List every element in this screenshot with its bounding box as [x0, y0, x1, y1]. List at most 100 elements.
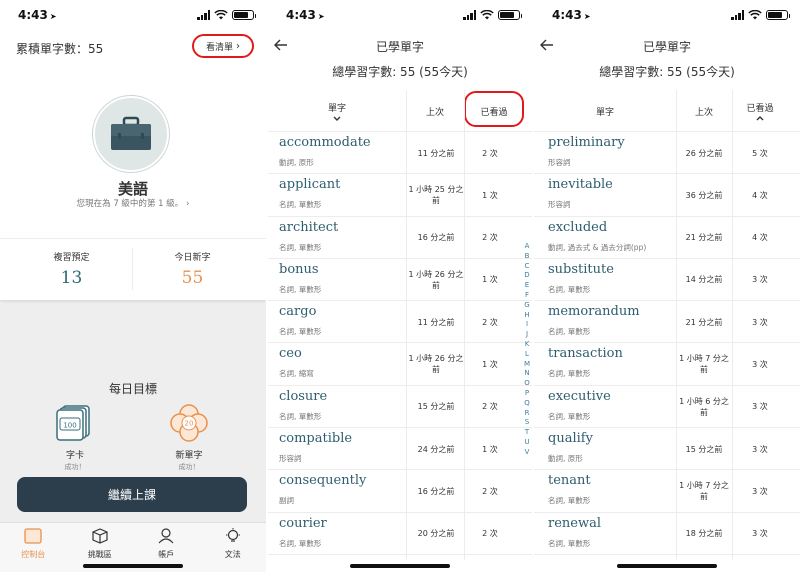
alphabet-index-letter[interactable]: F [522, 291, 532, 301]
table-row[interactable]: qualify 動詞, 原形 15 分之前 3 次 [534, 428, 800, 471]
table-row[interactable]: cargo 名詞, 單數形 11 分之前 2 次 [268, 301, 532, 344]
alphabet-index-letter[interactable]: H [522, 311, 532, 321]
column-header-word[interactable]: 單字 [534, 90, 676, 132]
lightbulb-icon [225, 528, 240, 542]
row-seen-count: 2 次 [482, 402, 498, 412]
table-row[interactable]: transaction 名詞, 單數形 1 小時 7 分之前 3 次 [534, 343, 800, 386]
alphabet-index-letter[interactable]: E [522, 281, 532, 291]
table-row[interactable]: accommodate 動詞, 原形 11 分之前 2 次 [268, 132, 532, 175]
chevron-right-icon: › [236, 40, 240, 52]
table-row[interactable]: preliminary 形容詞 26 分之前 5 次 [534, 132, 800, 175]
table-row[interactable]: executive 名詞, 單數形 1 小時 6 分之前 3 次 [534, 386, 800, 429]
column-last-label: 上次 [694, 107, 713, 118]
row-seen-count: 3 次 [752, 359, 768, 369]
alphabet-index-letter[interactable]: B [522, 252, 532, 262]
row-word: courier [279, 515, 327, 531]
location-icon: ➤ [317, 12, 325, 21]
new-words-icon: 20 [170, 404, 208, 442]
table-row[interactable]: compatible 形容詞 24 分之前 1 次 [268, 428, 532, 471]
column-word-label: 單字 [327, 104, 346, 114]
alphabet-index-letter[interactable]: U [522, 438, 532, 448]
row-last-seen: 11 分之前 [417, 317, 455, 327]
table-row[interactable]: ceo 名詞, 縮寫 1 小時 26 分之前 1 次 [268, 343, 532, 386]
alphabet-index-letter[interactable]: L [522, 350, 532, 360]
alphabet-index-letter[interactable]: T [522, 428, 532, 438]
learned-words-screen-sorted-by-seen: 4:43 ➤ 已學單字 總學習字數: 55 (55今天) 單字 上次 已看過 pr… [534, 0, 800, 572]
signal-icon [197, 10, 210, 20]
row-part-of-speech: 名詞, 單數形 [279, 411, 322, 421]
goal-flashcards[interactable]: 100 字卡 成功！ [45, 404, 105, 472]
row-seen-count: 2 次 [482, 233, 498, 243]
column-header-word[interactable]: 單字 [268, 90, 406, 132]
row-last-seen: 1 小時 6 分之前 [679, 396, 729, 417]
alphabet-index-letter[interactable]: I [522, 320, 532, 330]
language-name: 美語 [117, 180, 148, 198]
column-header-seen[interactable]: 已看過 [732, 90, 788, 132]
table-row[interactable]: tenant 名詞, 單數形 1 小時 7 分之前 3 次 [534, 470, 800, 513]
home-indicator [83, 564, 183, 568]
home-indicator [350, 564, 450, 568]
alphabet-index-letter[interactable]: D [522, 271, 532, 281]
review-stat: 複習預定 13 [5, 250, 138, 288]
table-row[interactable]: consequently 副詞 16 分之前 2 次 [268, 470, 532, 513]
alphabet-index-letter[interactable]: S [522, 418, 532, 428]
page-title: 已學單字 [642, 40, 691, 54]
column-header-last[interactable]: 上次 [406, 90, 464, 132]
row-word: closure [279, 388, 328, 404]
table-row[interactable]: excluded 動詞, 過去式 & 過去分詞(pp) 21 分之前 4 次 [534, 217, 800, 259]
row-word: transaction [548, 346, 623, 362]
row-seen-count: 1 次 [482, 444, 498, 454]
alphabet-index-letter[interactable]: O [522, 379, 532, 389]
row-last-seen: 1 小時 25 分之前 [408, 185, 464, 206]
alphabet-index-letter[interactable]: V [522, 448, 532, 458]
alphabet-index-letter[interactable]: Q [522, 399, 532, 409]
language-avatar[interactable] [93, 96, 169, 172]
continue-lesson-button[interactable]: 繼續上課 [17, 477, 247, 512]
dashboard-screen: 4:43 ➤ 累積單字數：55 看清單 › 美語 您現在為 7 級中的第 1 級。… [0, 0, 266, 572]
row-last-seen: 14 分之前 [685, 275, 723, 285]
view-list-button[interactable]: 看清單 › [192, 34, 254, 58]
table-row[interactable]: courier 名詞, 單數形 20 分之前 2 次 [268, 513, 532, 555]
table-row[interactable]: inevitable 形容詞 36 分之前 4 次 [534, 174, 800, 217]
row-word: bonus [279, 261, 319, 277]
table-row[interactable]: closure 名詞, 單數形 15 分之前 2 次 [268, 386, 532, 429]
table-row[interactable]: substitute 名詞, 單數形 14 分之前 3 次 [534, 259, 800, 302]
alphabet-index-letter[interactable]: J [522, 330, 532, 340]
battery-icon [766, 10, 790, 20]
goal-new-words[interactable]: 20 新單字 成功！ [159, 404, 219, 472]
tab-grammar[interactable]: 文法 [200, 523, 267, 572]
alphabet-index-letter[interactable]: C [522, 262, 532, 272]
alphabet-index[interactable]: ABCDEFGHIJKLMNOPQRSTUV [522, 242, 532, 458]
alphabet-index-letter[interactable]: G [522, 301, 532, 311]
signal-icon [731, 10, 744, 20]
goal-flashcards-name: 字卡 [65, 451, 84, 461]
row-seen-count: 2 次 [482, 317, 498, 327]
alphabet-index-letter[interactable]: A [522, 242, 532, 252]
user-icon [158, 528, 174, 544]
table-row[interactable]: renewal 名詞, 單數形 18 分之前 3 次 [534, 513, 800, 555]
row-word: compatible [279, 431, 353, 447]
alphabet-index-letter[interactable]: P [522, 389, 532, 399]
table-row[interactable]: architect 名詞, 單數形 16 分之前 2 次 [268, 217, 532, 259]
table-row[interactable]: memorandum 名詞, 單數形 21 分之前 3 次 [534, 301, 800, 344]
row-seen-count: 2 次 [482, 486, 498, 496]
column-header-last[interactable]: 上次 [676, 90, 732, 132]
goal-flashcards-status: 成功！ [64, 463, 86, 471]
row-last-seen: 1 小時 7 分之前 [679, 481, 729, 502]
review-label: 複習預定 [53, 253, 90, 263]
alphabet-index-letter[interactable]: K [522, 340, 532, 350]
goal-new-words-name: 新單字 [175, 451, 203, 461]
tab-dashboard[interactable]: 控制台 [0, 523, 67, 572]
alphabet-index-letter[interactable]: R [522, 409, 532, 419]
row-part-of-speech: 動詞, 原形 [279, 158, 314, 167]
table-row[interactable]: applicant 名詞, 單數形 1 小時 25 分之前 1 次 [268, 174, 532, 217]
row-word: inevitable [548, 177, 613, 193]
row-last-seen: 24 分之前 [417, 444, 455, 454]
level-info[interactable]: 您現在為 7 級中的第 1 級。 › [0, 197, 266, 209]
table-row[interactable]: bonus 名詞, 單數形 1 小時 26 分之前 1 次 [268, 259, 532, 302]
row-last-seen: 36 分之前 [685, 190, 723, 200]
row-word: qualify [548, 431, 593, 447]
row-word: substitute [548, 261, 614, 277]
alphabet-index-letter[interactable]: M [522, 360, 532, 370]
alphabet-index-letter[interactable]: N [522, 369, 532, 379]
